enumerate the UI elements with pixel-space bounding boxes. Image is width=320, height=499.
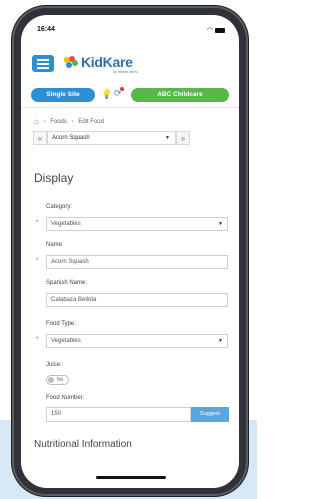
system-icons: ◠ (207, 26, 225, 34)
status-time: 16:44 (37, 26, 55, 33)
food-number-value: 150 (51, 411, 62, 417)
suggest-button[interactable]: Suggest (191, 407, 229, 422)
logo-subtitle: by Minute Menu (113, 70, 138, 74)
site-bar: Single Site 💡 ⟳ ABC Childcare (21, 85, 239, 108)
notification-dot (120, 87, 124, 91)
single-site-button[interactable]: Single Site (31, 88, 95, 102)
center-selector-button[interactable]: ABC Childcare (131, 88, 229, 102)
food-type-label: Food Type: (46, 321, 76, 327)
name-label: Name: (46, 242, 64, 248)
nutritional-info-title: Nutritional Information (34, 439, 132, 450)
chevron-down-icon: ▼ (165, 135, 170, 141)
previous-food-button[interactable]: « (33, 131, 47, 145)
home-indicator[interactable] (96, 476, 166, 479)
chevron-down-icon: ▼ (218, 221, 223, 227)
lightbulb-icon[interactable]: 💡 (101, 89, 112, 100)
phone-screen: 16:44 ◠ KidKare by Minute Menu Single Si… (21, 15, 239, 488)
logo-text: KidKare (81, 54, 133, 70)
next-food-button[interactable]: » (176, 131, 190, 145)
breadcrumb: ⌂ › Foods › Edit Food (34, 117, 104, 126)
logo-mark-icon (63, 56, 78, 68)
spanish-name-value: Calabaza Bellota (51, 297, 97, 303)
breadcrumb-edit-food: Edit Food (78, 119, 104, 125)
food-type-select[interactable]: Vegetables ▼ (46, 334, 228, 348)
status-bar: 16:44 ◠ (21, 15, 239, 39)
hamburger-menu-button[interactable] (32, 55, 54, 72)
category-value: Vegetables (51, 221, 81, 227)
food-select[interactable]: Acorn Squash ▼ (47, 131, 176, 145)
name-input[interactable]: Acorn Squash (46, 255, 228, 269)
food-select-value: Acorn Squash (52, 135, 90, 141)
required-mark: * (36, 220, 39, 226)
name-value: Acorn Squash (51, 259, 89, 265)
required-mark: * (36, 258, 39, 264)
toggle-knob (48, 377, 54, 383)
category-select[interactable]: Vegetables ▼ (46, 217, 228, 231)
food-number-label: Food Number: (46, 395, 85, 401)
food-navigator: « Acorn Squash ▼ » (33, 131, 229, 145)
required-mark: * (36, 337, 39, 343)
food-type-value: Vegetables (51, 338, 81, 344)
chevron-down-icon: ▼ (218, 338, 223, 344)
wifi-icon: ◠ (206, 27, 213, 34)
spanish-name-label: Spanish Name: (46, 280, 88, 286)
category-label: Category: (46, 204, 73, 210)
display-section-title: Display (34, 171, 74, 185)
breadcrumb-separator: › (43, 119, 46, 125)
juice-toggle[interactable]: No (46, 375, 69, 385)
spanish-name-input[interactable]: Calabaza Bellota (46, 293, 228, 307)
juice-label: Juice: (46, 362, 62, 368)
breadcrumb-foods[interactable]: Foods (50, 119, 67, 125)
battery-icon (215, 27, 225, 33)
food-number-input[interactable]: 150 (46, 407, 191, 422)
home-icon[interactable]: ⌂ (34, 117, 39, 126)
breadcrumb-separator: › (71, 119, 74, 125)
app-header: KidKare by Minute Menu (21, 49, 239, 79)
juice-toggle-value: No (57, 377, 64, 383)
